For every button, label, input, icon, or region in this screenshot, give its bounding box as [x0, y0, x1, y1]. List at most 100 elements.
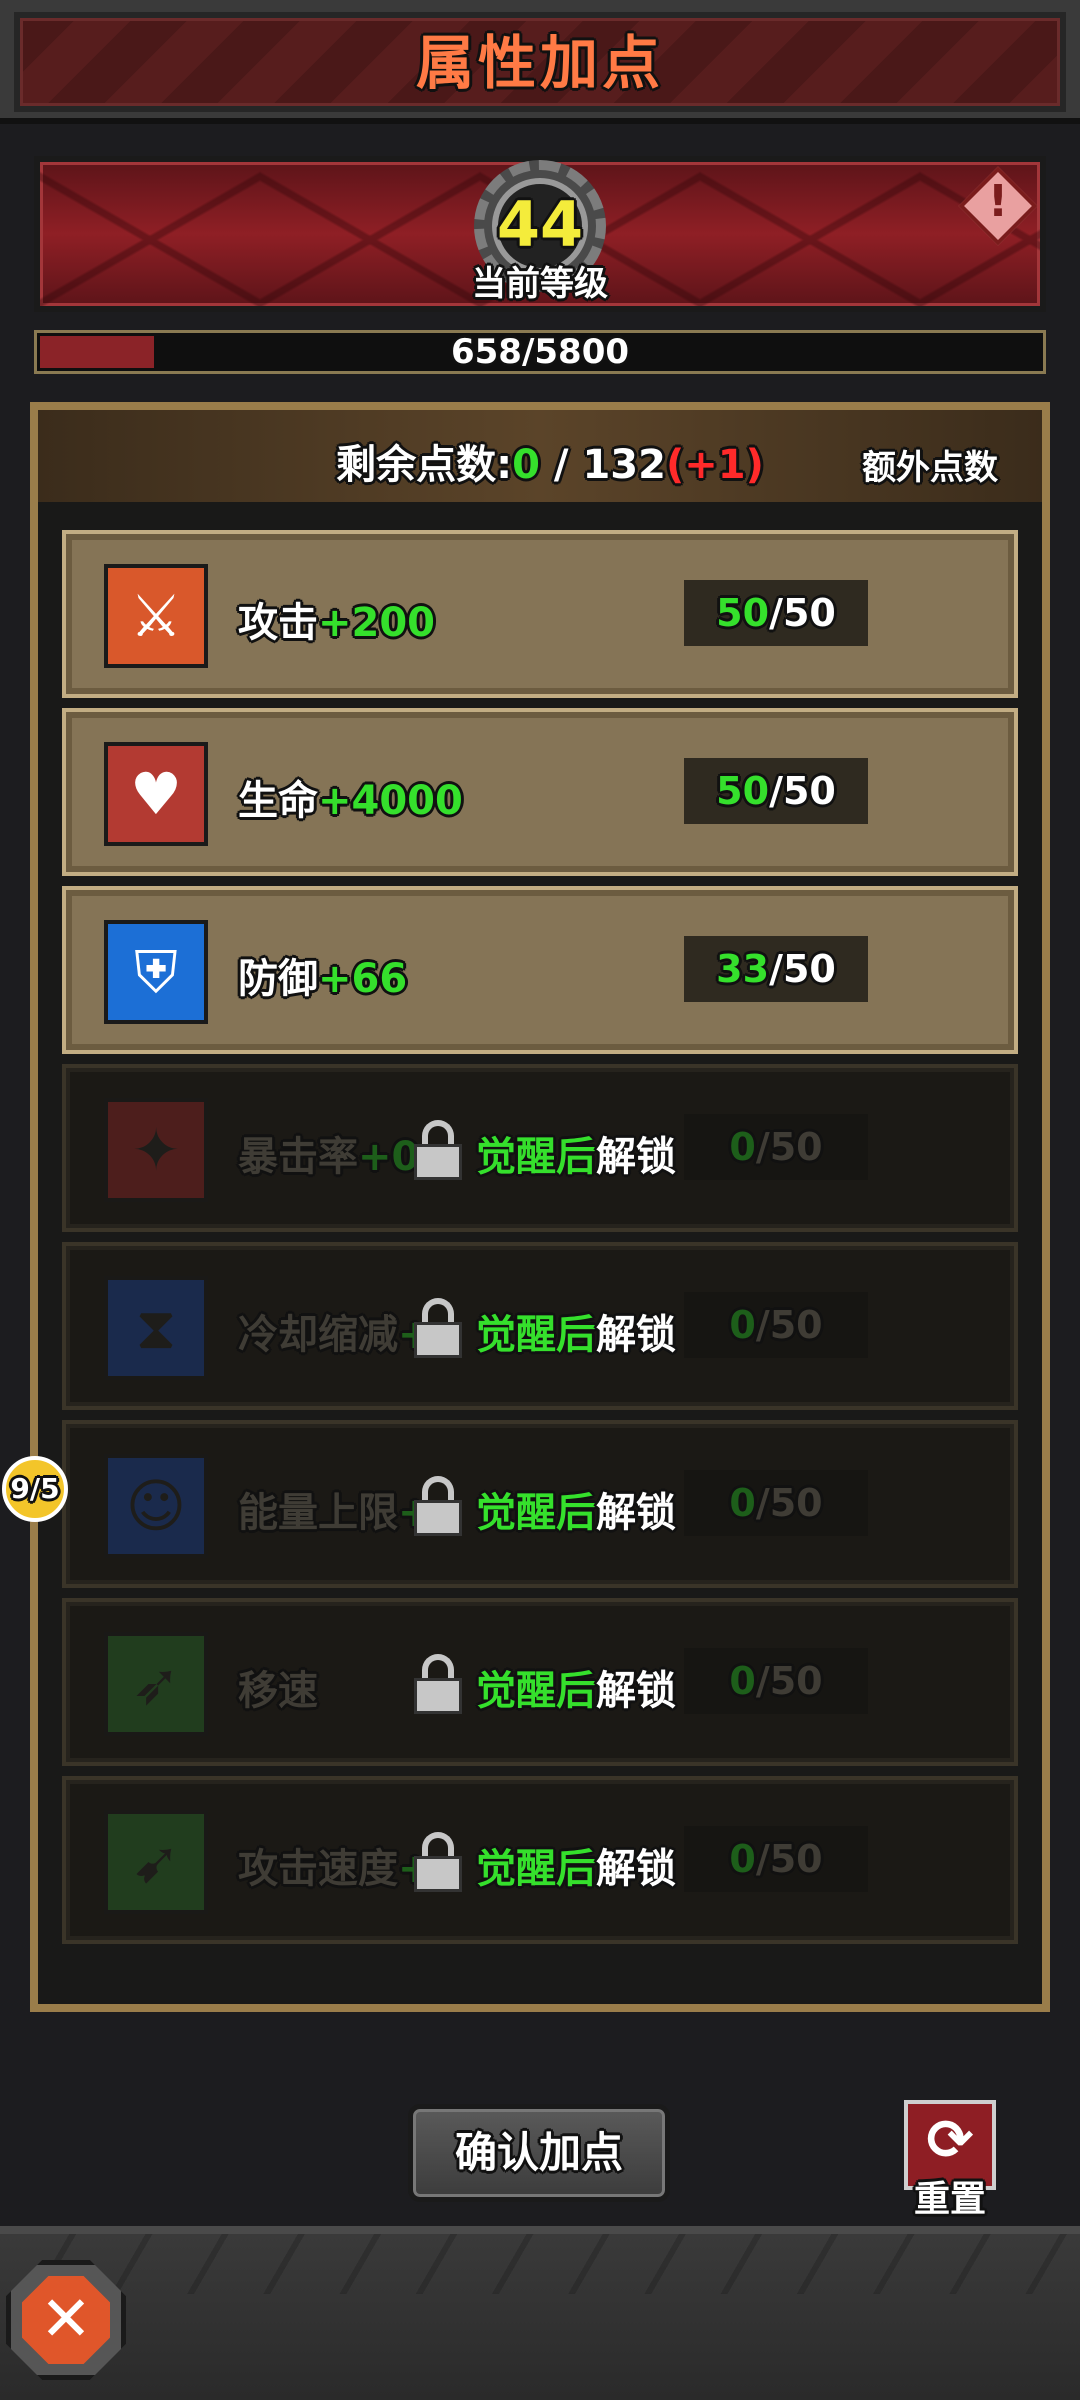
stat-name: 攻击+200 [238, 590, 435, 648]
stat-bonus: +200 [318, 600, 436, 646]
stat-row: ➶ 移速 觉醒后解锁 0/50 [62, 1598, 1018, 1766]
remaining-points: 剩余点数:0 / 132(+1) [300, 432, 800, 490]
unlock-label: 解锁 [596, 1490, 676, 1536]
stat-name: 冷却缩减+ [238, 1302, 432, 1360]
stat-label: 攻击速度 [238, 1846, 398, 1892]
stat-points-current: 33 [716, 947, 770, 991]
lock-icon [414, 1120, 462, 1180]
stat-points-max: /50 [769, 947, 836, 991]
unlock-condition: 觉醒后 [476, 1846, 596, 1892]
stat-bonus: +66 [318, 956, 408, 1002]
stat-points-current: 0 [729, 1837, 756, 1881]
unlock-label: 解锁 [596, 1134, 676, 1180]
speed-icon: ➶ [131, 1650, 181, 1718]
stat-points-value: 33/50 [684, 936, 868, 1002]
stat-points-current: 50 [716, 591, 770, 635]
unlock-condition: 觉醒后 [476, 1668, 596, 1714]
stat-label: 生命 [238, 778, 318, 824]
lock-icon [414, 1476, 462, 1536]
reset-label[interactable]: 重置 [892, 2170, 1008, 2222]
stat-points-max: /50 [755, 1303, 823, 1347]
stat-row: ✦ 暴击率+0 觉醒后解锁 0/50 [62, 1064, 1018, 1232]
stat-points-current: 0 [729, 1125, 756, 1169]
stat-points-max: /50 [755, 1481, 823, 1525]
unlock-requirement: 觉醒后解锁 [476, 1836, 676, 1894]
stat-label: 攻击 [238, 600, 318, 646]
page-title: 属性加点 [415, 29, 664, 97]
total-points-value: 132 [582, 442, 666, 488]
exp-text: 658/5800 [450, 332, 630, 372]
confirm-points-button[interactable]: 确认加点 [408, 2104, 670, 2202]
stat-icon-frame: ➶ [104, 1632, 208, 1736]
stat-row: ➹攻击速度+觉醒后解锁0/50 [62, 1776, 1018, 1944]
stat-label: 移速 [238, 1668, 318, 1714]
unlock-condition: 觉醒后 [476, 1490, 596, 1536]
stat-label: 冷却缩减 [238, 1312, 398, 1358]
crit-icon: ✦ [131, 1116, 181, 1184]
stat-row: ⧗冷却缩减+觉醒后解锁0/50 [62, 1242, 1018, 1410]
extra-points-link[interactable]: 额外点数 [862, 440, 1012, 489]
stat-points-current: 50 [716, 769, 770, 813]
energy-icon: ☺ [125, 1472, 187, 1540]
unlock-condition: 觉醒后 [476, 1312, 596, 1358]
stat-row[interactable]: ♥ 生命+4000 50/50 [62, 708, 1018, 876]
stat-row: ☺能量上限+觉醒后解锁0/50 [62, 1420, 1018, 1588]
unlock-label: 解锁 [596, 1312, 676, 1358]
shield-icon: ⛨ [134, 938, 178, 1006]
stat-points-max: /50 [755, 1125, 823, 1169]
stat-icon-frame: ☺ [104, 1454, 208, 1558]
stat-bonus: +0 [358, 1134, 420, 1180]
stat-icon-frame: ➹ [104, 1810, 208, 1914]
stat-icon-frame: ⧗ [104, 1276, 208, 1380]
lock-icon [414, 1832, 462, 1892]
lock-icon [414, 1298, 462, 1358]
stat-name: 能量上限+ [238, 1480, 432, 1538]
stat-bonus: +4000 [318, 778, 463, 824]
stat-label: 防御 [238, 956, 318, 1002]
stat-name: 防御+66 [238, 946, 407, 1004]
stat-points-value: 0/50 [684, 1114, 868, 1180]
level-number: 44 [496, 188, 584, 261]
stat-points-value: 0/50 [684, 1292, 868, 1358]
exclamation-icon[interactable]: ! [970, 176, 1026, 236]
bottom-bar-texture [0, 2234, 1080, 2294]
stat-points-max: /50 [755, 1837, 823, 1881]
side-indicator-badge[interactable]: 9/5 [2, 1456, 68, 1522]
unlock-requirement: 觉醒后解锁 [476, 1124, 676, 1182]
stat-name: 攻击速度+ [238, 1836, 432, 1894]
stat-icon-frame: ⛨ [104, 920, 208, 1024]
stat-points-max: /50 [769, 591, 836, 635]
stat-row[interactable]: ⚔ 攻击+200 50/50 [62, 530, 1018, 698]
unlock-condition: 觉醒后 [476, 1134, 596, 1180]
stat-points-value: 0/50 [684, 1470, 868, 1536]
points-separator: / [539, 442, 583, 488]
stat-points-value: 50/50 [684, 758, 868, 824]
unlock-requirement: 觉醒后解锁 [476, 1302, 676, 1360]
unlock-label: 解锁 [596, 1846, 676, 1892]
stat-label: 能量上限 [238, 1490, 398, 1536]
close-icon[interactable]: ✕ [22, 2282, 110, 2355]
remaining-points-value: 0 [512, 442, 540, 488]
stat-points-current: 0 [729, 1303, 756, 1347]
level-caption: 当前等级 [472, 264, 608, 304]
stat-icon-frame: ✦ [104, 1098, 208, 1202]
refresh-icon: ⟳ [926, 2108, 974, 2173]
stat-row[interactable]: ⛨ 防御+66 33/50 [62, 886, 1018, 1054]
unlock-label: 解锁 [596, 1668, 676, 1714]
attack-speed-icon: ➹ [131, 1828, 181, 1896]
unlock-requirement: 觉醒后解锁 [476, 1658, 676, 1716]
stat-points-value: 0/50 [684, 1826, 868, 1892]
stat-icon-frame: ⚔ [104, 564, 208, 668]
hourglass-icon: ⧗ [135, 1294, 177, 1362]
stat-points-max: /50 [755, 1659, 823, 1703]
stat-name: 暴击率+0 [238, 1124, 419, 1182]
stat-points-current: 0 [729, 1659, 756, 1703]
lock-icon [414, 1654, 462, 1714]
stat-points-current: 0 [729, 1481, 756, 1525]
heart-icon: ♥ [130, 760, 182, 828]
stat-label: 暴击率 [238, 1134, 358, 1180]
stat-icon-frame: ♥ [104, 742, 208, 846]
stat-name: 生命+4000 [238, 768, 463, 826]
stat-points-value: 0/50 [684, 1648, 868, 1714]
stat-points-max: /50 [769, 769, 836, 813]
